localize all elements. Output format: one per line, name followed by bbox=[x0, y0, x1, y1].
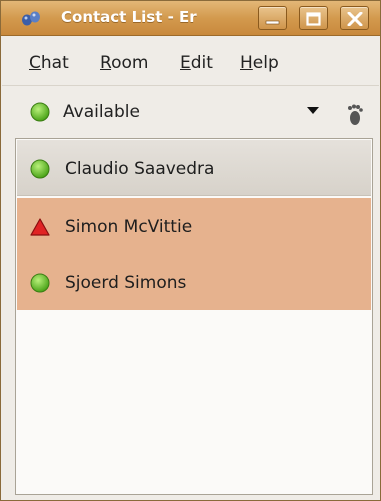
minimize-icon bbox=[265, 20, 280, 25]
contact-row[interactable]: Simon McVittie bbox=[17, 198, 371, 254]
contact-list[interactable]: Claudio Saavedra Simon McVittie Sjoerd S… bbox=[15, 138, 373, 495]
menu-chat-label: hat bbox=[40, 53, 69, 73]
presence-status-label: Available bbox=[63, 102, 140, 122]
close-button[interactable] bbox=[340, 6, 369, 30]
menu-edit-label: dit bbox=[190, 53, 213, 73]
gnome-foot-icon[interactable] bbox=[346, 104, 364, 126]
window-title: Contact List - Er bbox=[61, 8, 197, 26]
menu-room-mnemonic: R bbox=[100, 53, 112, 73]
warning-triangle-icon bbox=[30, 218, 50, 236]
title-bar[interactable]: Contact List - Er bbox=[1, 1, 380, 36]
minimize-button[interactable] bbox=[258, 6, 287, 30]
contact-name: Simon McVittie bbox=[65, 217, 193, 237]
menu-edit[interactable]: Edit bbox=[180, 53, 213, 73]
maximize-button[interactable] bbox=[299, 6, 328, 30]
contact-row[interactable]: Sjoerd Simons bbox=[17, 254, 371, 310]
contact-row[interactable]: Claudio Saavedra bbox=[17, 140, 371, 196]
menu-room[interactable]: Room bbox=[100, 53, 148, 73]
menu-help-mnemonic: H bbox=[240, 53, 253, 73]
contact-name: Sjoerd Simons bbox=[65, 273, 187, 293]
menu-chat-mnemonic: C bbox=[29, 53, 41, 73]
menu-help[interactable]: Help bbox=[240, 53, 279, 73]
contact-name: Claudio Saavedra bbox=[65, 159, 215, 179]
menu-separator bbox=[2, 85, 379, 86]
maximize-icon bbox=[306, 12, 321, 26]
menu-help-label: elp bbox=[252, 53, 279, 73]
available-dot-icon bbox=[30, 159, 50, 179]
empathy-feet-icon bbox=[22, 11, 40, 26]
close-icon bbox=[347, 12, 363, 26]
contact-list-window: Contact List - Er Chat Room Edit Help Av… bbox=[0, 0, 381, 501]
available-dot-icon bbox=[30, 273, 50, 293]
menu-bar: Chat Room Edit Help bbox=[2, 45, 379, 75]
available-dot-icon bbox=[30, 102, 50, 122]
presence-chooser[interactable]: Available bbox=[2, 93, 379, 133]
menu-chat[interactable]: Chat bbox=[29, 53, 69, 73]
menu-edit-mnemonic: E bbox=[180, 53, 191, 73]
menu-room-label: oom bbox=[111, 53, 149, 73]
dropdown-caret-icon[interactable] bbox=[307, 107, 319, 115]
